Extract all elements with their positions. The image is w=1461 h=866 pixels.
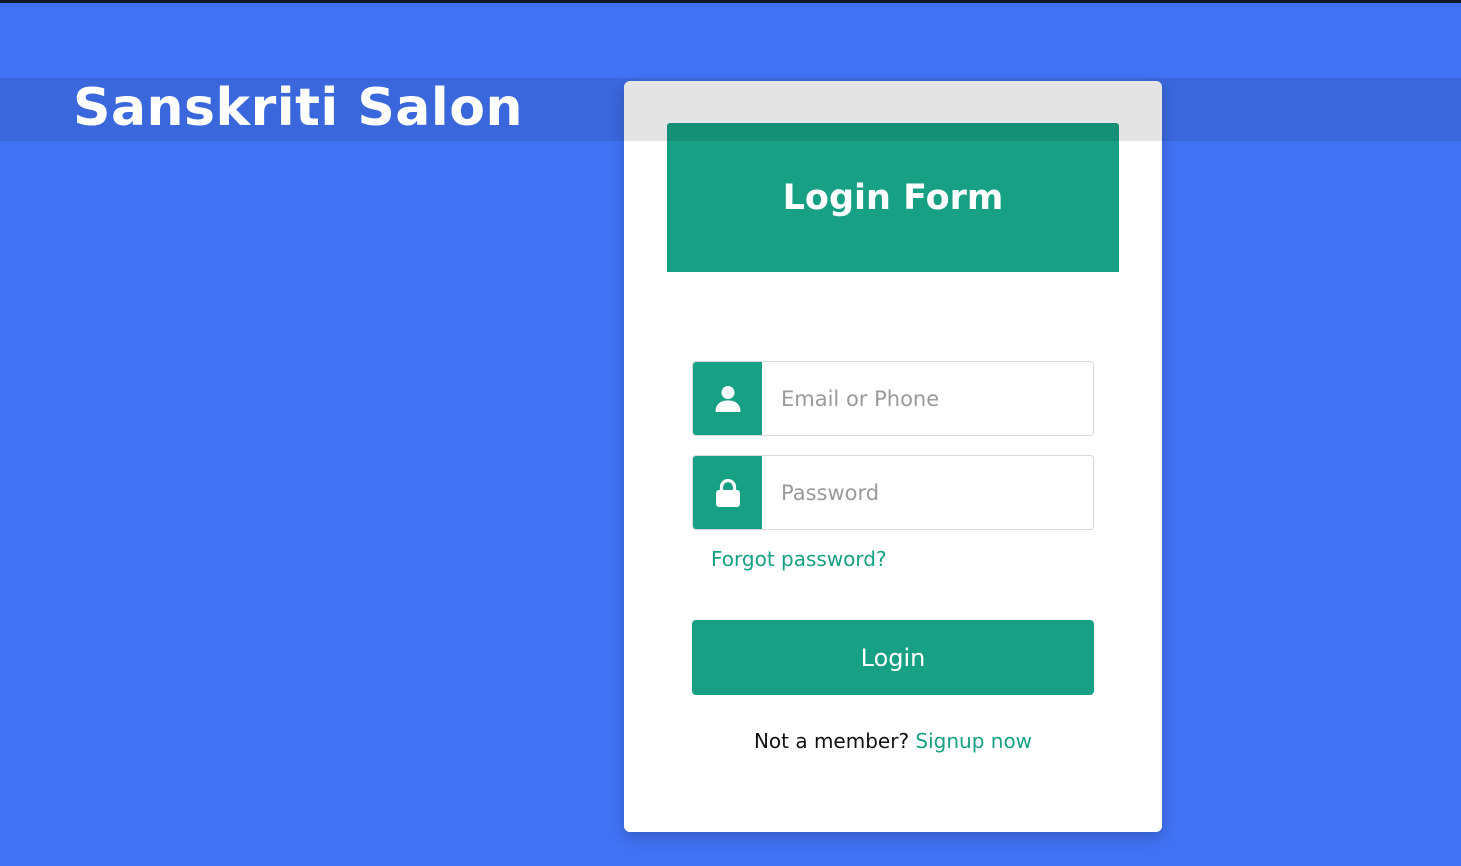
signup-link[interactable]: Signup now <box>915 729 1032 753</box>
user-icon <box>693 362 762 435</box>
email-input[interactable] <box>762 362 1093 435</box>
password-input[interactable] <box>762 456 1093 529</box>
top-border <box>0 0 1461 3</box>
login-form-title: Login Form <box>782 177 1004 218</box>
login-form-header: Login Form <box>667 123 1119 272</box>
signup-prompt: Not a member? <box>753 729 910 753</box>
password-field <box>692 455 1094 530</box>
signup-row: Not a member? Signup now <box>624 729 1162 753</box>
email-field <box>692 361 1094 436</box>
lock-icon <box>693 456 762 529</box>
login-card: Login Form Forgot password? Login Not a … <box>624 81 1162 832</box>
site-title: Sanskriti Salon <box>73 78 523 138</box>
login-button[interactable]: Login <box>692 620 1094 695</box>
forgot-password-link[interactable]: Forgot password? <box>711 547 887 571</box>
